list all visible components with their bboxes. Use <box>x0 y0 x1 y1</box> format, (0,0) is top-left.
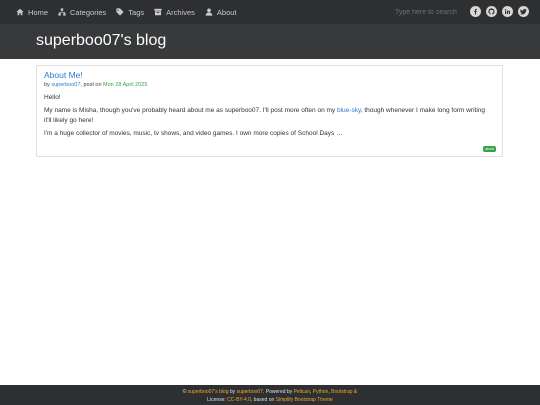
footer-site-link[interactable]: superboo07's blog <box>188 389 229 395</box>
nav-item-categories[interactable]: Categories <box>58 8 106 17</box>
footer-text: . Powered by <box>263 389 294 395</box>
article-card: About Me! by superboo07, post on Mon 28 … <box>36 65 503 157</box>
footer-text: by <box>228 389 237 395</box>
bluesky-link[interactable]: blue-sky <box>337 107 361 114</box>
linkedin-icon[interactable] <box>502 6 513 17</box>
github-icon[interactable] <box>486 6 497 17</box>
paragraph-text: My name is Misha, though you've probably… <box>44 107 337 114</box>
article-content: Hello! My name is Misha, though you've p… <box>44 93 494 142</box>
nav-item-label: Home <box>28 7 49 17</box>
paragraph: I'm a huge collector of movies, music, t… <box>44 130 343 137</box>
pelican-link[interactable]: Pelican <box>294 389 310 395</box>
top-navbar: Home Categories Tags Archives About <box>0 0 540 24</box>
user-icon <box>205 8 213 16</box>
nav-item-home[interactable]: Home <box>16 8 48 17</box>
nav-item-archives[interactable]: Archives <box>154 8 195 17</box>
paragraph: Hello! <box>44 94 61 101</box>
nav-item-label: About <box>216 7 237 17</box>
bootstrap-link[interactable]: Bootstrap <box>331 389 352 395</box>
site-title[interactable]: superboo07's blog <box>36 32 166 50</box>
footer-text: , based on <box>250 397 276 403</box>
license-link[interactable]: CC-BY-4.0 <box>227 397 251 403</box>
byline-mid: , post on <box>80 82 104 88</box>
nav-item-label: Tags <box>128 7 145 17</box>
tag-icon <box>116 8 124 16</box>
article-title[interactable]: About Me! <box>44 70 83 80</box>
search-input[interactable] <box>395 6 461 18</box>
paragraph: My name is Misha, though you've probably… <box>44 106 494 126</box>
main-nav: Home Categories Tags Archives About <box>16 8 247 17</box>
site-header: superboo07's blog <box>0 24 540 59</box>
nav-item-tags[interactable]: Tags <box>116 8 144 17</box>
nav-item-about[interactable]: About <box>205 8 237 17</box>
footer-author-link[interactable]: superboo07 <box>237 389 263 395</box>
python-link[interactable]: Python <box>313 389 329 395</box>
article-byline: by superboo07, post on Mon 28 April 2025 <box>44 82 147 88</box>
footer-text: & <box>352 389 358 395</box>
author-link[interactable]: superboo07 <box>51 82 80 88</box>
nav-item-label: Archives <box>166 7 195 17</box>
site-footer: © superboo07's blog by superboo07. Power… <box>0 385 540 405</box>
footer-line-2: License: CC-BY-4.0, based on Simplify Bo… <box>0 396 540 404</box>
home-icon <box>16 8 24 16</box>
twitter-icon[interactable] <box>518 6 529 17</box>
post-date: Mon 28 April 2025 <box>103 82 148 88</box>
tag-badge[interactable]: about <box>483 146 496 152</box>
social-links <box>470 6 534 17</box>
theme-link[interactable]: Simplify Bootstrap Theme <box>276 397 333 403</box>
sitemap-icon <box>58 8 66 16</box>
nav-item-label: Categories <box>70 7 107 17</box>
archive-icon <box>154 8 162 16</box>
footer-text: License: <box>207 397 228 403</box>
footer-line-1: © superboo07's blog by superboo07. Power… <box>0 388 540 396</box>
facebook-icon[interactable] <box>470 6 481 17</box>
